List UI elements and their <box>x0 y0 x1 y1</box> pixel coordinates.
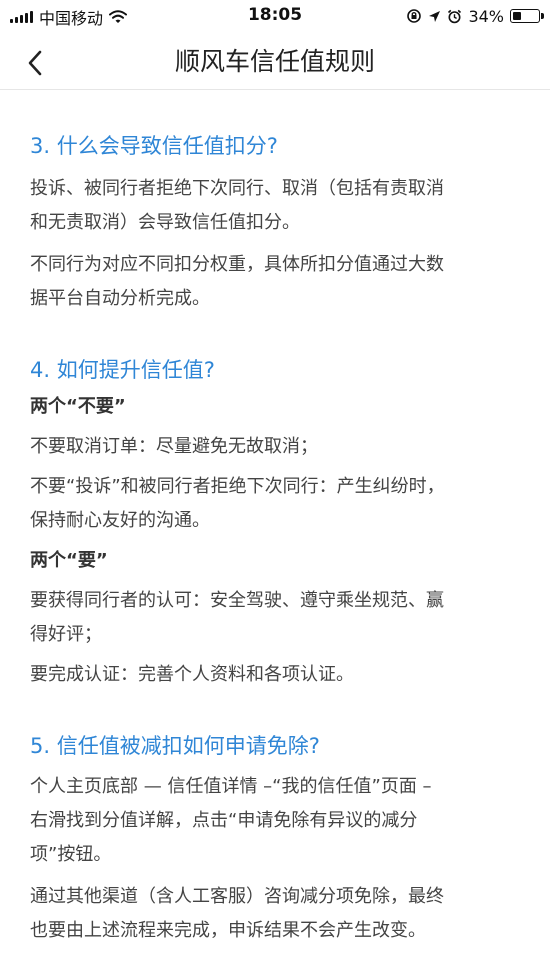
section-5: 5. 信任值被减扣如何申请免除? 个人主页底部 — 信任值详情 –“我的信任值”… <box>30 732 530 948</box>
section-title: 3. 什么会导致信任值扣分? <box>30 134 278 158</box>
battery-level <box>513 12 521 20</box>
section-4: 4. 如何提升信任值? 两个“不要” 不要取消订单：尽量避免无故取消； 不要“投… <box>30 356 530 692</box>
paragraph: 不要取消订单：尽量避免无故取消； <box>30 436 318 457</box>
text-line: 个人主页底部 — 信任值详情 –“我的信任值”页面 – <box>30 776 432 797</box>
text-line: 和无责取消）会导致信任值扣分。 <box>30 212 300 233</box>
text-line: 据平台自动分析完成。 <box>30 288 210 309</box>
section-3: 3. 什么会导致信任值扣分? 投诉、被同行者拒绝下次同行、取消（包括有责取消 和… <box>30 132 530 316</box>
sub-heading: 两个“要” <box>30 550 108 571</box>
rules-content: 3. 什么会导致信任值扣分? 投诉、被同行者拒绝下次同行、取消（包括有责取消 和… <box>30 90 530 948</box>
battery-icon <box>510 9 544 23</box>
paragraph: 不要“投诉”和被同行者拒绝下次同行：产生纠纷时， 保持耐心友好的沟通。 <box>30 470 530 538</box>
text-line: 不同行为对应不同扣分权重，具体所扣分值通过大数 <box>30 254 444 275</box>
text-line: 投诉、被同行者拒绝下次同行、取消（包括有责取消 <box>30 178 444 199</box>
page-title: 顺风车信任值规则 <box>174 47 375 76</box>
text-line: 项”按钮。 <box>30 844 112 865</box>
text-line: 要获得同行者的认可：安全驾驶、遵守乘坐规范、赢 <box>30 590 444 611</box>
section-title: 5. 信任值被减扣如何申请免除? <box>30 734 320 758</box>
orientation-lock-icon <box>406 8 422 24</box>
alarm-icon <box>447 9 462 24</box>
status-bar: 中国移动 18:05 34% <box>0 0 550 34</box>
text-line: 得好评； <box>30 624 102 645</box>
paragraph: 通过其他渠道（含人工客服）咨询减分项免除，最终 也要由上述流程来完成，申诉结果不… <box>30 880 530 948</box>
sub-heading: 两个“不要” <box>30 396 126 417</box>
text-line: 不要“投诉”和被同行者拒绝下次同行：产生纠纷时， <box>30 476 445 497</box>
paragraph: 要完成认证：完善个人资料和各项认证。 <box>30 664 354 685</box>
location-icon <box>428 10 441 23</box>
text-line: 保持耐心友好的沟通。 <box>30 510 210 531</box>
battery-percentage: 34% <box>468 6 504 26</box>
text-line: 通过其他渠道（含人工客服）咨询减分项免除，最终 <box>30 886 444 907</box>
section-title: 4. 如何提升信任值? <box>30 358 215 382</box>
navigation-bar: 顺风车信任值规则 <box>0 34 550 90</box>
status-right: 34% <box>406 5 544 27</box>
text-line: 右滑找到分值详解，点击“申请免除有异议的减分 <box>30 810 418 831</box>
paragraph: 要获得同行者的认可：安全驾驶、遵守乘坐规范、赢 得好评； <box>30 584 530 652</box>
paragraph: 个人主页底部 — 信任值详情 –“我的信任值”页面 – 右滑找到分值详解，点击“… <box>30 770 530 872</box>
text-line: 也要由上述流程来完成，申诉结果不会产生改变。 <box>30 920 426 941</box>
paragraph: 投诉、被同行者拒绝下次同行、取消（包括有责取消 和无责取消）会导致信任值扣分。 <box>30 172 530 240</box>
paragraph: 不同行为对应不同扣分权重，具体所扣分值通过大数 据平台自动分析完成。 <box>30 248 530 316</box>
